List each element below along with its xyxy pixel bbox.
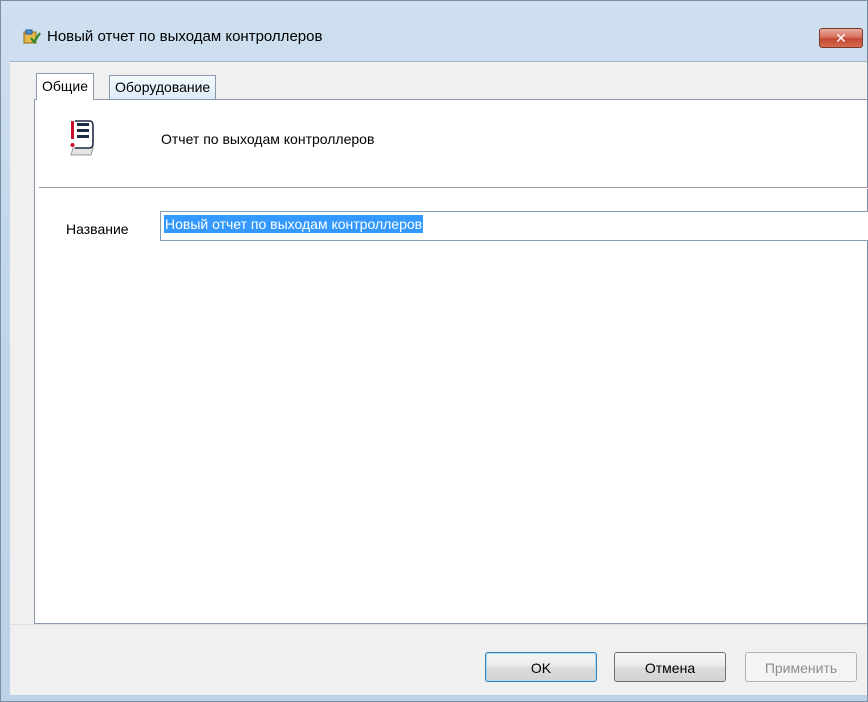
cancel-button[interactable]: Отмена (614, 652, 726, 682)
dialog-client-area: Общие Оборудование Отчет по выходам конт… (10, 61, 868, 695)
name-label: Название (66, 221, 129, 237)
tab-panel-general: Отчет по выходам контроллеров Название Н… (34, 99, 868, 624)
tab-equipment-label: Оборудование (115, 79, 211, 95)
ok-button[interactable]: OK (485, 652, 597, 682)
name-input-value: Новый отчет по выходам контроллеров (164, 215, 424, 233)
window-title: Новый отчет по выходам контроллеров (47, 28, 323, 45)
close-button[interactable]: ✕ (819, 28, 863, 48)
tab-general-label: Общие (42, 78, 89, 94)
title-bar[interactable]: Новый отчет по выходам контроллеров ✕ (1, 1, 867, 61)
report-properties-icon (23, 29, 41, 45)
report-list-icon (65, 118, 99, 156)
apply-button[interactable]: Применить (745, 652, 857, 682)
footer-divider (10, 624, 867, 625)
close-icon: ✕ (835, 30, 847, 46)
tab-equipment[interactable]: Оборудование (109, 75, 217, 99)
separator (39, 187, 868, 189)
report-type-label: Отчет по выходам контроллеров (161, 131, 375, 147)
tab-general[interactable]: Общие (36, 73, 95, 100)
dialog-window: Новый отчет по выходам контроллеров ✕ Об… (0, 0, 868, 702)
name-input[interactable]: Новый отчет по выходам контроллеров (160, 211, 868, 241)
